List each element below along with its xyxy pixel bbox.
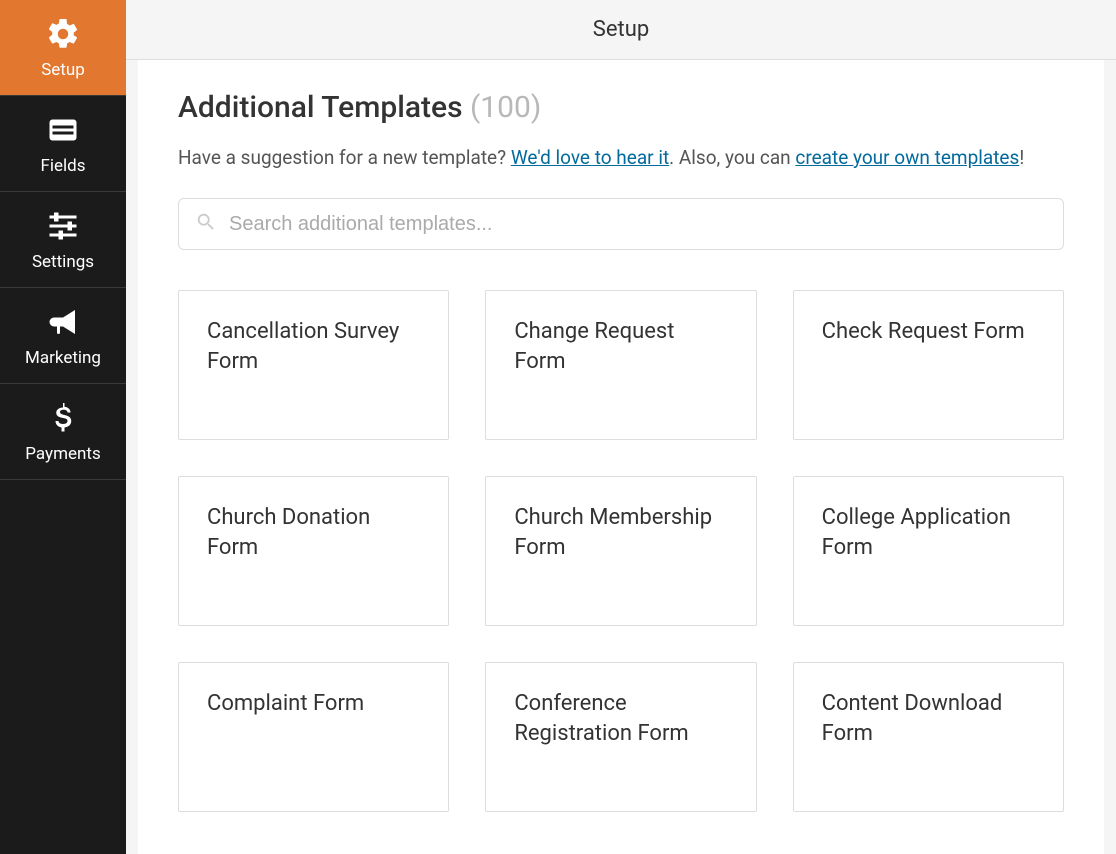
sidebar-item-setup[interactable]: Setup [0, 0, 126, 96]
sliders-icon [45, 208, 81, 244]
template-card[interactable]: Complaint Form [178, 662, 449, 812]
template-title: Complaint Form [207, 689, 420, 719]
sidebar-item-settings[interactable]: Settings [0, 192, 126, 288]
gear-icon [45, 16, 81, 52]
header: Setup [126, 0, 1116, 60]
template-card[interactable]: Church Donation Form [178, 476, 449, 626]
intro-middle: . Also, you can [669, 146, 795, 169]
sidebar-item-payments[interactable]: Payments [0, 384, 126, 480]
section-title: Additional Templates (100) [178, 90, 1064, 125]
template-title: Church Membership Form [514, 503, 727, 562]
template-card[interactable]: Cancellation Survey Form [178, 290, 449, 440]
create-own-link[interactable]: create your own templates [795, 146, 1019, 169]
sidebar-item-label: Settings [32, 252, 94, 272]
intro-text: Have a suggestion for a new template? We… [178, 143, 1064, 172]
template-card[interactable]: Content Download Form [793, 662, 1064, 812]
content-wrapper: Setup Additional Templates (100) Have a … [126, 0, 1116, 854]
bullhorn-icon [45, 304, 81, 340]
scroll-area[interactable]: Additional Templates (100) Have a sugges… [126, 60, 1116, 854]
sidebar-item-label: Fields [40, 156, 85, 176]
page-title: Setup [593, 17, 649, 42]
sidebar: Setup Fields Settings Marketing Payments [0, 0, 126, 854]
section-title-text: Additional Templates [178, 90, 463, 125]
suggestion-link[interactable]: We'd love to hear it [511, 146, 669, 169]
search-icon [195, 211, 229, 237]
template-title: Conference Registration Form [514, 689, 727, 748]
search-input[interactable] [229, 213, 1047, 236]
section-count: (100) [470, 90, 541, 125]
intro-prefix: Have a suggestion for a new template? [178, 146, 511, 169]
template-title: Check Request Form [822, 317, 1035, 347]
sidebar-item-label: Setup [41, 60, 85, 80]
template-title: Change Request Form [514, 317, 727, 376]
fields-icon [45, 112, 81, 148]
template-title: College Application Form [822, 503, 1035, 562]
template-title: Church Donation Form [207, 503, 420, 562]
templates-panel: Additional Templates (100) Have a sugges… [138, 60, 1104, 854]
search-wrap[interactable] [178, 198, 1064, 250]
sidebar-item-marketing[interactable]: Marketing [0, 288, 126, 384]
template-card[interactable]: Church Membership Form [485, 476, 756, 626]
template-title: Cancellation Survey Form [207, 317, 420, 376]
template-card[interactable]: Check Request Form [793, 290, 1064, 440]
templates-grid: Cancellation Survey Form Change Request … [178, 290, 1064, 812]
sidebar-item-label: Payments [25, 444, 100, 464]
dollar-icon [45, 400, 81, 436]
intro-suffix: ! [1019, 146, 1024, 169]
template-card[interactable]: College Application Form [793, 476, 1064, 626]
template-title: Content Download Form [822, 689, 1035, 748]
sidebar-item-fields[interactable]: Fields [0, 96, 126, 192]
template-card[interactable]: Change Request Form [485, 290, 756, 440]
sidebar-item-label: Marketing [25, 348, 101, 368]
template-card[interactable]: Conference Registration Form [485, 662, 756, 812]
